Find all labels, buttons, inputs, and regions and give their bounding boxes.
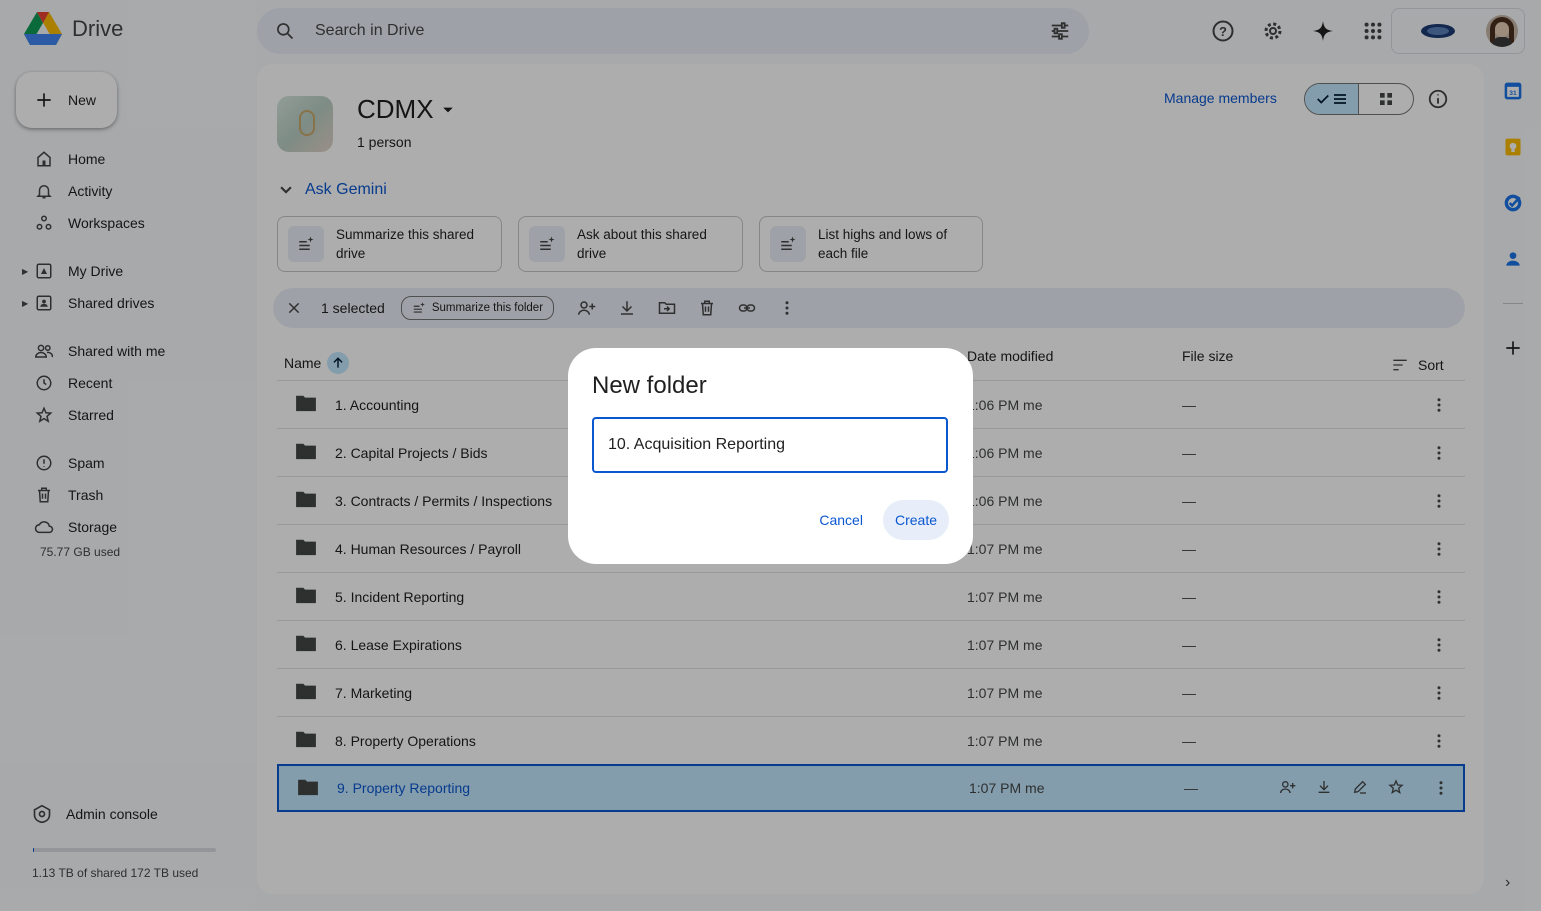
- dialog-title: New folder: [592, 372, 707, 399]
- folder-name-input[interactable]: [592, 417, 948, 473]
- cancel-button[interactable]: Cancel: [807, 500, 875, 540]
- new-folder-dialog: New folder Cancel Create: [568, 348, 973, 564]
- create-button[interactable]: Create: [882, 500, 949, 540]
